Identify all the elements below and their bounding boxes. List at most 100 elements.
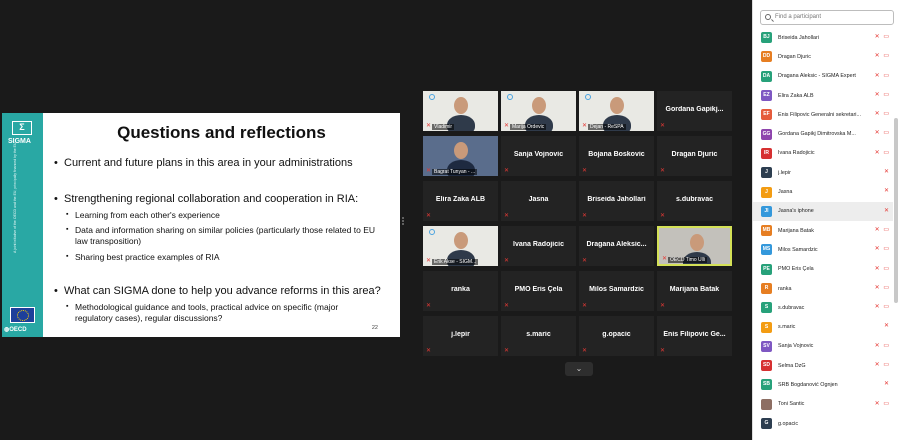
participant-row[interactable]: Ss.dubravac ✕ ▭ [753, 298, 893, 317]
muted-status-icon: ✕ ▭ [874, 304, 890, 311]
participant-row[interactable]: Toni Santic ✕ ▭ [753, 395, 893, 414]
sigma-logo-text: SIGMA [8, 138, 31, 145]
participant-name: Marijana Batak [778, 227, 814, 234]
slide-sub-bullet: Learning from each other's experience [66, 210, 375, 221]
participant-tile[interactable]: Jasna ✕ [501, 181, 576, 221]
participant-tile[interactable]: Milos Samardzic ✕ [579, 271, 654, 311]
participant-name: SRB Bogdanović Ognjen [778, 381, 838, 388]
slide-sub-bullet: Methodological guidance and tools, pract… [66, 302, 375, 323]
tile-caption: OECD Timo Ulli [668, 257, 708, 263]
slide-sidebar: Σ SIGMA A joint initiative of the OECD a… [2, 113, 43, 337]
tile-name: PMO Eris Çela [514, 286, 563, 293]
participant-row[interactable]: Gg.opacic [753, 414, 893, 433]
participant-tile[interactable]: Briseida Jahollari ✕ [579, 181, 654, 221]
participant-tile[interactable]: Enis Filipovic Ge... ✕ [657, 316, 732, 356]
participant-tile[interactable]: ✕ Bagrat Tunyan - ... [423, 136, 498, 176]
slide-title: Questions and reflections [117, 123, 326, 142]
participant-row[interactable]: MS Milos Samardzic ✕ ▭ [753, 240, 893, 259]
participant-face [454, 97, 468, 114]
participant-row[interactable]: EF Enis Filipovic Generalni sekretari... ✕… [753, 105, 893, 124]
participant-tile[interactable]: Ivana Radojicic ✕ [501, 226, 576, 266]
avatar: GG [761, 128, 772, 140]
participant-row[interactable]: DD Dragan Djuric ✕ ▭ [753, 47, 893, 66]
participant-tile[interactable]: Dragan Djuric ✕ [657, 136, 732, 176]
participant-row[interactable]: JI Jasna's iphone ✕ [753, 201, 893, 221]
slide-sub-bullet: Sharing best practice examples of RIA [66, 252, 375, 263]
participant-name: Gordana Gapikj Dimitrovska M... [778, 131, 856, 138]
participant-name: Jasna [778, 189, 793, 196]
tile-caption: Dejan - ReSPA [588, 124, 626, 130]
participant-tile[interactable]: s.dubravac ✕ [657, 181, 732, 221]
participant-tile[interactable]: ranka ✕ [423, 271, 498, 311]
participant-row[interactable]: DA Dragana Aleksic - SIGMA Expert ✕ ▭ [753, 67, 893, 86]
avatar: SV [761, 340, 772, 352]
participant-tile[interactable]: Sanja Vojnovic ✕ [501, 136, 576, 176]
slide-sub-bullet: Data and information sharing on similar … [66, 225, 375, 246]
scrollbar[interactable] [894, 118, 898, 303]
participant-tile[interactable]: Elira Zaka ALB ✕ [423, 181, 498, 221]
search-input[interactable]: Find a participant [760, 10, 894, 25]
participant-row[interactable]: J Jasna ✕ [753, 182, 893, 201]
tile-name: Dragana Aleksic... [586, 241, 647, 248]
participant-tile[interactable]: Dragana Aleksic... ✕ [579, 226, 654, 266]
tile-name: Elira Zaka ALB [435, 196, 486, 203]
participant-row[interactable]: SD Selma DzG ✕ ▭ [753, 356, 893, 375]
meeting-window: Σ SIGMA A joint initiative of the OECD a… [0, 0, 900, 440]
mic-muted-icon: ✕ [582, 168, 588, 174]
participant-tile[interactable]: ✕ OECD Timo Ulli [657, 226, 732, 266]
wall-logo [429, 94, 435, 100]
mic-muted-icon: ✕ [504, 348, 510, 354]
participant-name: Toni Santic [778, 401, 805, 408]
participant-name: Enis Filipovic Generalni sekretari... [778, 111, 861, 118]
muted-status-icon: ✕ ▭ [874, 342, 890, 349]
participant-row[interactable]: Ss.maric ✕ [753, 317, 893, 336]
participant-tile[interactable]: s.maric ✕ [501, 316, 576, 356]
tile-caption: Marija Ordevic [510, 124, 547, 130]
wall-logo [585, 94, 591, 100]
participant-tile[interactable]: ✕ Vladimir [423, 91, 498, 131]
slide-bullet: What can SIGMA done to help you advance … [54, 285, 384, 298]
avatar: JI [761, 205, 772, 217]
chevron-down-icon[interactable]: ⌄ [565, 362, 593, 376]
mic-muted-icon: ✕ [504, 258, 510, 264]
mic-muted-icon: ✕ [504, 213, 510, 219]
mic-muted-icon: ✕ [660, 168, 666, 174]
tile-name: Bojana Boskovic [588, 151, 645, 158]
participant-row[interactable]: MB Marijana Batak ✕ ▭ [753, 221, 893, 240]
participant-tile[interactable]: j.lepir ✕ [423, 316, 498, 356]
oecd-logo: ◍OECD [4, 327, 27, 333]
mic-muted-icon: ✕ [660, 123, 666, 129]
participant-tile[interactable]: Bojana Boskovic ✕ [579, 136, 654, 176]
mic-muted-icon: ✕ [582, 348, 588, 354]
participant-tile[interactable]: ✕ Erik Akse - SIGM... [423, 226, 498, 266]
participant-row[interactable]: SB SRB Bogdanović Ognjen ✕ [753, 375, 893, 394]
participant-name: Dragana Aleksic - SIGMA Expert [778, 73, 856, 80]
participant-row[interactable]: GG Gordana Gapikj Dimitrovska M... ✕ ▭ [753, 124, 893, 143]
avatar: BJ [761, 32, 772, 44]
mic-muted-icon: ✕ [426, 303, 432, 309]
wall-logo [429, 229, 435, 235]
participant-row[interactable]: BJ Briseida Jahollari ✕ ▭ [753, 28, 893, 47]
muted-status-icon: ✕ ▭ [874, 34, 890, 40]
participant-tile[interactable]: ✕ Marija Ordevic [501, 91, 576, 131]
participant-row[interactable]: Rranka ✕ ▭ [753, 279, 893, 298]
participant-tile[interactable]: ✕ Dejan - ReSPA [579, 91, 654, 131]
mic-muted-icon: ✕ [426, 348, 432, 354]
participant-row[interactable]: IR Ivana Radojicic ✕ ▭ [753, 144, 893, 163]
tile-name: Enis Filipovic Ge... [663, 331, 726, 338]
tile-name: Dragan Djuric [671, 151, 718, 158]
split-resize-handle[interactable] [402, 216, 405, 228]
mic-muted-icon: ✕ [426, 123, 432, 129]
participant-row[interactable]: EZ Elira Zaka ALB ✕ ▭ [753, 86, 893, 105]
participant-row[interactable]: Jj.lepir ✕ [753, 163, 893, 182]
participant-row[interactable]: PE PMO Eris Çela ✕ ▭ [753, 260, 893, 279]
muted-status-icon: ✕ ▭ [874, 265, 890, 272]
mic-muted-icon: ✕ [504, 303, 510, 309]
participant-row[interactable]: SV Sanja Vojnovic ✕ ▭ [753, 337, 893, 356]
muted-status-icon: ✕ ▭ [874, 53, 890, 60]
participant-tile[interactable]: PMO Eris Çela ✕ [501, 271, 576, 311]
muted-status-icon: ✕ ▭ [874, 226, 890, 233]
participant-tile[interactable]: Gordana Gapikj... ✕ [657, 91, 732, 131]
participant-tile[interactable]: g.opacic ✕ [579, 316, 654, 356]
participant-tile[interactable]: Marijana Batak ✕ [657, 271, 732, 311]
